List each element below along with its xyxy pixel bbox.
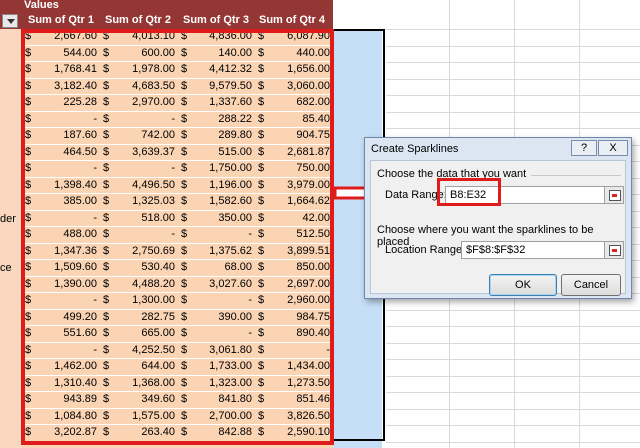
grid-line xyxy=(386,78,640,80)
header-qtr2[interactable]: Sum of Qtr 2 xyxy=(105,14,171,26)
row-label-column: der ce xyxy=(0,29,23,448)
grid-line xyxy=(386,326,640,327)
dropdown-arrow-icon[interactable] xyxy=(2,14,18,28)
close-button[interactable]: X xyxy=(598,140,628,156)
values-header: Values xyxy=(0,0,333,13)
grid-line xyxy=(386,45,640,47)
grid-line xyxy=(386,309,640,311)
grid-line xyxy=(386,128,640,129)
grid-line xyxy=(386,408,640,410)
header-qtr3[interactable]: Sum of Qtr 3 xyxy=(183,14,249,26)
location-range-input[interactable]: $F$8:$F$32 xyxy=(461,241,605,259)
grid-line xyxy=(386,111,640,113)
grid-line xyxy=(386,342,640,344)
data-range-highlight-box xyxy=(437,178,501,206)
values-label: Values xyxy=(24,0,59,11)
spreadsheet: der ce Values Sum of Qtr 1 Sum of Qtr 2 S… xyxy=(0,0,640,448)
header-qtr1[interactable]: Sum of Qtr 1 xyxy=(28,14,94,26)
section-divider xyxy=(531,175,621,176)
location-range-label: Location Range: xyxy=(385,244,466,256)
grid-line xyxy=(386,29,640,30)
dialog-title: Create Sparklines xyxy=(371,143,459,155)
grid-line xyxy=(386,62,640,63)
range-picker-icon[interactable] xyxy=(604,241,624,259)
grid-line xyxy=(386,441,640,443)
grid-line xyxy=(386,95,640,96)
header-qtr4[interactable]: Sum of Qtr 4 xyxy=(259,14,325,26)
data-range-highlight xyxy=(21,29,334,445)
grid-line xyxy=(386,392,640,393)
grid-line xyxy=(386,359,640,360)
grid-line xyxy=(386,375,640,377)
column-header-row: Sum of Qtr 1 Sum of Qtr 2 Sum of Qtr 3 S… xyxy=(0,13,333,29)
ok-button[interactable]: OK xyxy=(489,274,557,296)
row-label: der xyxy=(0,212,16,225)
row-label: ce xyxy=(0,262,12,274)
grid-line xyxy=(386,425,640,426)
create-sparklines-dialog: Create Sparklines ? X Choose the data th… xyxy=(364,137,632,299)
range-picker-icon[interactable] xyxy=(604,186,624,204)
cancel-button[interactable]: Cancel xyxy=(561,274,621,296)
help-button[interactable]: ? xyxy=(571,140,597,156)
